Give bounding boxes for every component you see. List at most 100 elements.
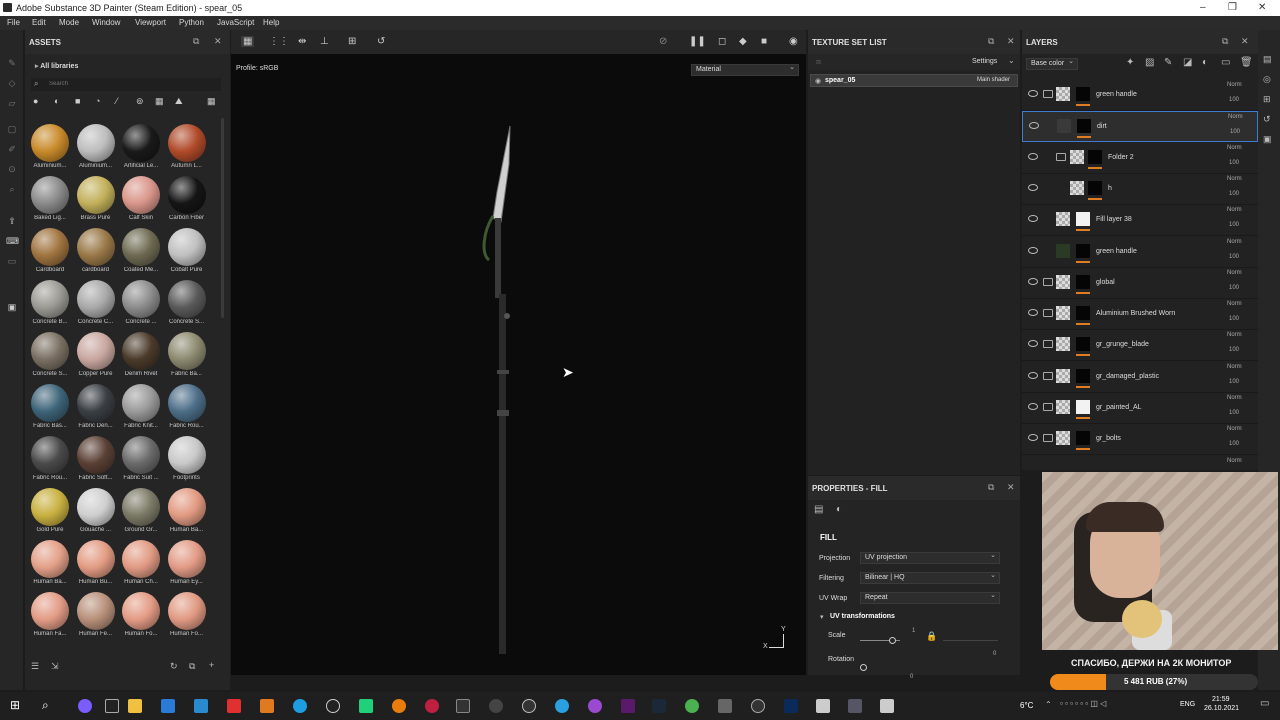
material-thumbnail[interactable]: Artificial Le... [118,124,164,176]
add-folder-icon[interactable]: ▭ [1221,57,1230,68]
scale-slider-handle[interactable] [889,637,896,644]
add-paint-icon[interactable]: ✎ [1164,57,1172,68]
maximize-button[interactable]: ❐ [1228,2,1237,13]
texture-set-tab-icon[interactable]: ▤ [1263,54,1272,65]
material-thumbnail[interactable]: Human Ey... [164,540,210,592]
material-thumbnail[interactable]: Cobalt Pure [164,228,210,280]
telegram-icon[interactable] [555,699,569,713]
opacity-value[interactable]: 100 [1229,410,1239,416]
smart-materials-filter-icon[interactable]: ◐ [54,96,59,106]
opacity-value[interactable]: 100 [1229,97,1239,103]
language-indicator[interactable]: ENG [1180,701,1195,708]
texture-set-close-icon[interactable]: ✕ [1007,36,1015,47]
visibility-eye-icon[interactable] [1028,434,1038,442]
calculator-icon[interactable] [161,699,175,713]
picker-icon[interactable]: ⌕ [6,184,18,196]
undock-icon[interactable]: ⧉ [988,482,994,493]
properties-tab-icon[interactable]: ⊞ [1263,94,1271,105]
blend-mode[interactable]: Norm [1227,207,1242,213]
menu-viewport[interactable]: Viewport [135,18,166,27]
fill-sphere-icon[interactable]: ◐ [836,504,842,515]
hide-icon[interactable]: ⊘ [659,36,667,47]
collapse-icon[interactable]: ▾ [820,613,824,621]
grid-textures-filter-icon[interactable]: ▦ [155,96,164,107]
shelf-tab-icon[interactable]: ⌨ [6,236,19,248]
display-tab-icon[interactable]: ▣ [1263,134,1272,145]
environments-filter-icon[interactable]: ⛰ [175,96,183,107]
steam-icon[interactable] [652,699,666,713]
layer-row[interactable]: gr_grunge_blade Norm 100 [1022,330,1258,362]
layer-row[interactable]: green handle Norm 100 [1022,80,1258,111]
material-thumbnail[interactable]: Coated Me... [118,228,164,280]
display-2d-icon[interactable]: ◻ [718,36,726,47]
tray-chevron-icon[interactable]: ⌃ [1045,700,1052,709]
opacity-value[interactable]: 100 [1229,285,1239,291]
material-thumbnail[interactable]: Concrete C... [73,280,119,332]
layer-row[interactable]: dirt Norm 100 [1022,111,1258,143]
align-icon[interactable]: ⊥ [320,36,329,47]
properties-close-icon[interactable]: ✕ [1007,482,1015,493]
blend-mode[interactable]: Norm [1228,114,1243,120]
folder-icon[interactable] [1056,152,1066,161]
layer-row[interactable]: green handle Norm 100 [1022,237,1258,268]
mask-thumbnail[interactable] [1076,368,1090,383]
file-explorer-icon[interactable] [128,699,142,713]
alphas-filter-icon[interactable]: ◔ [95,96,100,106]
material-thumbnail[interactable]: Fabric Rou... [164,384,210,436]
pycharm-icon[interactable] [359,699,373,713]
material-thumbnail[interactable]: Human Ba... [27,540,73,592]
material-thumbnail[interactable]: Gouache ... [73,488,119,540]
projection-dropdown[interactable]: UV projection [860,551,1000,564]
blend-mode[interactable]: Norm [1227,395,1242,401]
material-thumbnail[interactable]: Fabric Suit ... [118,436,164,488]
fill-material-icon[interactable]: ▤ [814,504,823,515]
menu-mode[interactable]: Mode [59,18,79,27]
uv-transformations-title[interactable]: UV transformations [830,613,895,620]
mask-thumbnail[interactable] [1076,400,1090,414]
painter-icon[interactable] [848,699,862,713]
uvwrap-dropdown[interactable]: Repeat [860,591,1000,604]
blend-mode[interactable]: Norm [1227,301,1242,307]
undock-icon[interactable]: ⧉ [988,36,994,47]
search-input[interactable] [49,79,209,89]
material-thumbnail[interactable]: Human Fa... [27,592,73,644]
material-thumbnail[interactable]: Cardboard [27,228,73,280]
clone-icon[interactable]: ⊙ [6,164,18,176]
mask-thumbnail[interactable] [1076,274,1090,289]
display-3d-icon[interactable]: ◆ [739,36,747,47]
minimize-button[interactable]: – [1200,2,1206,13]
material-thumbnail[interactable]: Brass Pure [73,176,119,228]
material-thumbnail[interactable]: Human Fo... [118,592,164,644]
opacity-value[interactable]: 100 [1229,379,1239,385]
clock-time[interactable]: 21:59 [1212,696,1230,703]
material-thumbnail[interactable]: Human Ch... [118,540,164,592]
screenshot-icon[interactable]: ⊞ [348,36,356,47]
blend-mode[interactable]: Norm [1227,458,1242,464]
opacity-value[interactable]: 100 [1229,316,1239,322]
folder-icon[interactable] [1043,403,1053,411]
material-thumbnail[interactable]: Concrete ... [118,280,164,332]
blend-mode[interactable]: Norm [1227,82,1242,88]
substance-icon[interactable] [816,699,830,713]
shader-name[interactable]: Main shader [977,77,1010,83]
opacity-value[interactable]: 100 [1230,129,1240,135]
opacity-value[interactable]: 100 [1229,254,1239,260]
import-icon[interactable]: ⇲ [51,661,59,672]
menu-help[interactable]: Help [263,18,279,27]
material-thumbnail[interactable]: Fabric Den... [73,384,119,436]
assets-scrollbar[interactable] [221,118,224,318]
visibility-eye-icon[interactable] [1028,183,1038,191]
menu-edit[interactable]: Edit [32,18,46,27]
delete-layer-icon[interactable]: 🗑 [1240,57,1253,68]
chat-icon[interactable] [522,699,536,713]
library-selector[interactable]: ▸ All libraries [35,62,78,70]
mask-thumbnail[interactable] [1076,243,1090,258]
notifications-icon[interactable]: ▭ [1260,698,1269,709]
material-thumbnail[interactable]: Fabric Knit... [118,384,164,436]
list-view-icon[interactable]: ☰ [31,661,39,672]
assets-close-icon[interactable]: ✕ [214,36,222,47]
layer-row-partial[interactable]: Norm [1022,456,1258,470]
opacity-value[interactable]: 100 [1229,222,1239,228]
material-thumbnail[interactable]: Fabric Rou... [27,436,73,488]
assets-tab-icon[interactable]: ⇪ [6,216,18,228]
